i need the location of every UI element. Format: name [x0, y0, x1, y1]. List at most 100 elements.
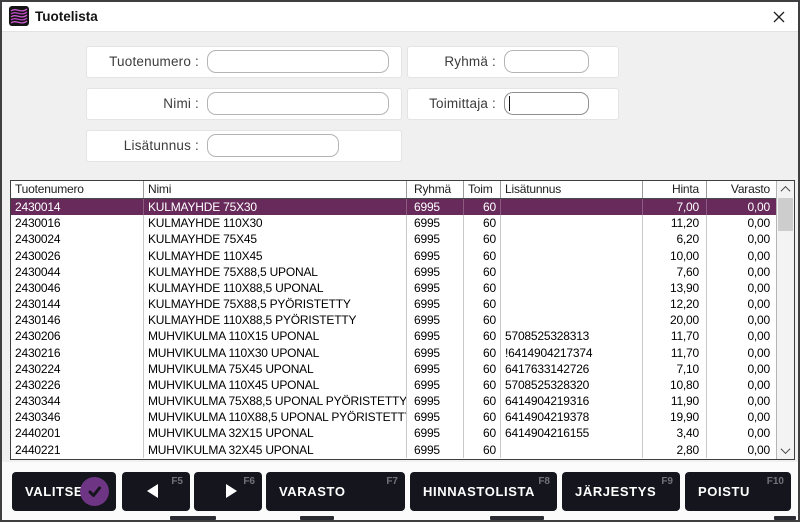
table-row[interactable]: 2440201MUHVIKULMA 32X15 UPONAL6995606414…	[11, 425, 776, 441]
table-cell: 20,00	[643, 312, 707, 328]
varasto-button[interactable]: VARASTO F7	[266, 472, 405, 511]
table-cell: 11,90	[643, 393, 707, 409]
table-cell: 2440221	[11, 442, 144, 458]
close-icon[interactable]	[771, 9, 787, 25]
table-cell: 60	[464, 231, 501, 247]
table-row[interactable]: 2430344MUHVIKULMA 75X88,5 UPONAL PYÖRIST…	[11, 393, 776, 409]
table-cell: 5708525328313	[501, 328, 643, 344]
table-cell: 6995	[407, 409, 464, 425]
app-logo-icon	[9, 6, 29, 26]
table-cell: 2430344	[11, 393, 144, 409]
table-cell: 6995	[407, 442, 464, 458]
table-cell: KULMAYHDE 75X45	[144, 231, 407, 247]
column-header-ryhma[interactable]: Ryhmä	[407, 181, 464, 198]
table-cell: 12,20	[643, 296, 707, 312]
table-row[interactable]: 2430224MUHVIKULMA 75X45 UPONAL6995606417…	[11, 361, 776, 377]
table-cell: 6995	[407, 248, 464, 264]
table-cell	[501, 264, 643, 280]
arrow-left-icon	[147, 484, 158, 498]
table-row[interactable]: 2430014KULMAYHDE 75X306995607,000,00	[11, 199, 776, 215]
scrollbar-thumb[interactable]	[778, 198, 793, 231]
table-cell: 0,00	[707, 345, 776, 361]
hinnastolista-button[interactable]: HINNASTOLISTA F8	[410, 472, 557, 511]
table-cell: 6995	[407, 312, 464, 328]
table-cell: KULMAYHDE 110X88,5 PYÖRISTETTY	[144, 312, 407, 328]
table-cell: 2430346	[11, 409, 144, 425]
table-cell: 6414904219316	[501, 393, 643, 409]
column-header-toim[interactable]: Toim	[464, 181, 501, 198]
table-cell: 2440201	[11, 425, 144, 441]
column-header-lisatunnus[interactable]: Lisätunnus	[501, 181, 643, 198]
table-cell: 60	[464, 361, 501, 377]
table-cell: 2430046	[11, 280, 144, 296]
arrow-right-icon	[226, 484, 237, 498]
table-cell: 11,70	[643, 345, 707, 361]
table-cell: 6995	[407, 377, 464, 393]
table-row[interactable]: 2430206MUHVIKULMA 110X15 UPONAL699560570…	[11, 328, 776, 344]
table-cell: KULMAYHDE 110X45	[144, 248, 407, 264]
table-cell: 0,00	[707, 296, 776, 312]
table-cell: 6995	[407, 328, 464, 344]
table-cell: 0,00	[707, 393, 776, 409]
table-cell: 6414904219378	[501, 409, 643, 425]
table-row[interactable]: 2430226MUHVIKULMA 110X45 UPONAL699560570…	[11, 377, 776, 393]
column-header-varasto[interactable]: Varasto	[707, 181, 776, 198]
table-row[interactable]: 2430144KULMAYHDE 75X88,5 PYÖRISTETTY6995…	[11, 296, 776, 312]
table-cell: 10,80	[643, 377, 707, 393]
jarjestys-button[interactable]: JÄRJESTYS F9	[562, 472, 680, 511]
table-cell: 2430024	[11, 231, 144, 247]
scroll-up-icon[interactable]	[777, 181, 794, 198]
title-bar: Tuotelista	[2, 2, 798, 32]
table-cell: 6995	[407, 199, 464, 215]
table-row[interactable]: 2430016KULMAYHDE 110X3069956011,200,00	[11, 215, 776, 231]
table-cell: 2,80	[643, 442, 707, 458]
tuotenumero-label: Tuotenumero :	[87, 47, 199, 77]
valitse-button[interactable]: VALITSE	[12, 472, 116, 511]
table-cell: 0,00	[707, 442, 776, 458]
table-row[interactable]: 2430146KULMAYHDE 110X88,5 PYÖRISTETTY699…	[11, 312, 776, 328]
table-cell: 0,00	[707, 312, 776, 328]
column-header-nimi[interactable]: Nimi	[144, 181, 407, 198]
lisatunnus-input[interactable]	[207, 134, 339, 157]
table-row[interactable]: 2430216MUHVIKULMA 110X30 UPONAL699560!64…	[11, 345, 776, 361]
vertical-scrollbar[interactable]	[776, 181, 794, 459]
table-cell: 11,70	[643, 328, 707, 344]
table-cell: 10,00	[643, 248, 707, 264]
table-row[interactable]: 2430046KULMAYHDE 110X88,5 UPONAL69956013…	[11, 280, 776, 296]
next-page-button[interactable]: F6	[194, 472, 262, 511]
table-cell: 19,90	[643, 409, 707, 425]
ryhma-input[interactable]	[504, 50, 589, 73]
table-cell: 60	[464, 425, 501, 441]
table-cell: KULMAYHDE 75X88,5 UPONAL	[144, 264, 407, 280]
nimi-input[interactable]	[207, 92, 389, 115]
table-cell: MUHVIKULMA 75X45 UPONAL	[144, 361, 407, 377]
table-cell: 60	[464, 264, 501, 280]
table-row[interactable]: 2430044KULMAYHDE 75X88,5 UPONAL6995607,6…	[11, 264, 776, 280]
table-cell: 6995	[407, 361, 464, 377]
field-group-lisatunnus: Lisätunnus :	[86, 130, 402, 162]
table-row[interactable]: 2430024KULMAYHDE 75X456995606,200,00	[11, 231, 776, 247]
table-row[interactable]: 2430346MUHVIKULMA 110X88,5 UPONAL PYÖRIS…	[11, 409, 776, 425]
previous-page-button[interactable]: F5	[122, 472, 190, 511]
table-cell: 6995	[407, 264, 464, 280]
poistu-button[interactable]: POISTU F10	[685, 472, 791, 511]
tuotenumero-input[interactable]	[207, 50, 389, 73]
table-cell: MUHVIKULMA 110X45 UPONAL	[144, 377, 407, 393]
column-header-hinta[interactable]: Hinta	[643, 181, 707, 198]
table-cell: 60	[464, 215, 501, 231]
table-row[interactable]: 2430026KULMAYHDE 110X4569956010,000,00	[11, 248, 776, 264]
column-header-tuotenumero[interactable]: Tuotenumero	[11, 181, 144, 198]
field-group-toimittaja: Toimittaja :	[407, 88, 619, 120]
table-cell: 2430016	[11, 215, 144, 231]
table-row[interactable]: 2440221MUHVIKULMA 32X45 UPONAL6995602,80…	[11, 442, 776, 458]
table-cell: 6417633142726	[501, 361, 643, 377]
field-group-ryhma: Ryhmä :	[407, 46, 619, 78]
toimittaja-label: Toimittaja :	[408, 89, 496, 119]
scroll-down-icon[interactable]	[777, 442, 794, 459]
product-table: TuotenumeroNimiRyhmäToimLisätunnusHintaV…	[10, 180, 795, 460]
table-cell: 60	[464, 328, 501, 344]
nimi-label: Nimi :	[87, 89, 199, 119]
table-cell: 0,00	[707, 328, 776, 344]
table-cell: 0,00	[707, 280, 776, 296]
toimittaja-input[interactable]	[504, 92, 589, 115]
